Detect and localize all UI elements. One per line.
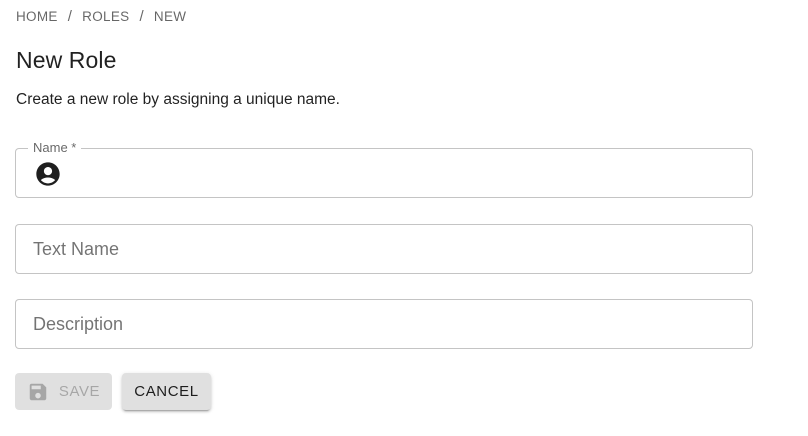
breadcrumb: HOME / ROLES / NEW: [16, 7, 187, 25]
breadcrumb-home-link[interactable]: HOME: [16, 9, 58, 24]
breadcrumb-roles-link[interactable]: ROLES: [82, 9, 129, 24]
description-field[interactable]: [15, 299, 753, 349]
floppy-disk-icon: [29, 383, 47, 400]
breadcrumb-separator: /: [139, 7, 144, 25]
cancel-button-label: CANCEL: [134, 383, 199, 400]
text-name-field[interactable]: [15, 224, 753, 274]
cancel-button[interactable]: CANCEL: [122, 373, 211, 410]
breadcrumb-current: NEW: [153, 8, 187, 24]
page-description: Create a new role by assigning a unique …: [16, 91, 340, 108]
page-title: New Role: [16, 47, 117, 73]
save-button[interactable]: SAVE: [15, 373, 112, 410]
text-name-input[interactable]: [16, 225, 752, 273]
description-input[interactable]: [16, 300, 752, 348]
save-button-label: SAVE: [58, 383, 101, 400]
name-input[interactable]: [16, 149, 752, 197]
name-field[interactable]: Name *: [15, 139, 753, 198]
breadcrumb-separator: /: [67, 7, 73, 25]
